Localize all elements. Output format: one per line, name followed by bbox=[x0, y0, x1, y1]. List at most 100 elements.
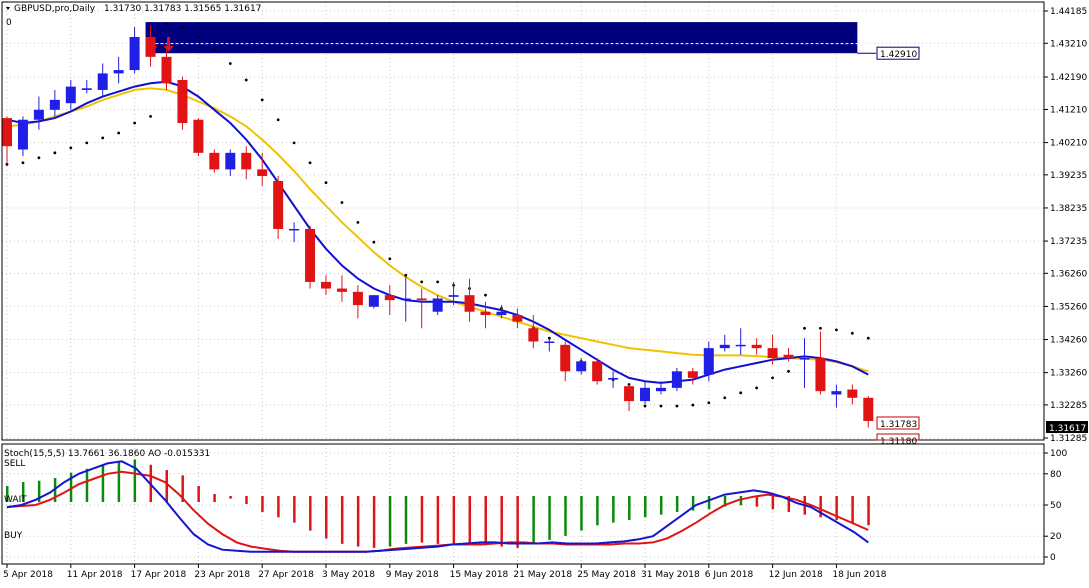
candle-body bbox=[496, 311, 507, 316]
ao-bar bbox=[325, 496, 328, 539]
ao-bar bbox=[452, 496, 456, 546]
ao-bar bbox=[580, 496, 583, 531]
chart-canvas[interactable]: GBPUSD,pro,Daily 1.31730 1.31783 1.31565… bbox=[0, 0, 1089, 585]
candle bbox=[193, 118, 204, 157]
ao-bar bbox=[707, 496, 711, 510]
ao-bar bbox=[548, 496, 551, 540]
sar-dot bbox=[324, 181, 328, 185]
sar-dot bbox=[356, 220, 360, 224]
candle-body bbox=[719, 344, 730, 349]
ao-bar bbox=[372, 496, 376, 548]
sar-dot bbox=[101, 136, 105, 140]
candle-body bbox=[113, 70, 124, 74]
ao-bar bbox=[612, 496, 615, 523]
candle-body bbox=[703, 348, 714, 375]
sar-dot bbox=[181, 25, 184, 29]
ao-bar bbox=[596, 496, 599, 526]
ao-bar bbox=[468, 496, 472, 546]
oscillator-tick-label: 20 bbox=[1050, 532, 1062, 542]
ao-bar bbox=[771, 496, 775, 510]
candle bbox=[368, 295, 379, 309]
svg-text:1.31617: 1.31617 bbox=[1049, 424, 1086, 434]
ao-bar bbox=[340, 496, 344, 544]
bid-price-label: 1.31180 bbox=[876, 433, 920, 447]
sar-dot bbox=[308, 161, 312, 165]
candle-body bbox=[241, 152, 252, 170]
candle-body bbox=[783, 354, 794, 359]
candle-body bbox=[624, 386, 635, 402]
ao-bar bbox=[484, 496, 487, 546]
ao-bar bbox=[564, 496, 567, 536]
sar-dot bbox=[53, 151, 57, 155]
candle-body bbox=[831, 391, 842, 395]
ao-bar bbox=[229, 496, 232, 499]
oscillator-tick-label: 50 bbox=[1050, 501, 1062, 511]
resistance-price-label: 1.42910 bbox=[876, 46, 920, 60]
candle-body bbox=[97, 73, 108, 90]
price-tick-label: 1.34260 bbox=[1050, 336, 1087, 346]
time-tick-label: 21 May 2018 bbox=[513, 570, 572, 580]
resistance-zone-layer bbox=[145, 22, 876, 54]
time-tick-label: 25 May 2018 bbox=[577, 570, 636, 580]
time-tick-label: 6 Jun 2018 bbox=[705, 570, 754, 580]
price-tick-label: 1.35260 bbox=[1050, 302, 1087, 312]
candle-body bbox=[209, 152, 220, 170]
current-price-label: 1.31617 bbox=[1046, 421, 1088, 434]
candle-body bbox=[33, 109, 44, 120]
price-tick-label: 1.31285 bbox=[1050, 434, 1087, 444]
sar-dot bbox=[755, 386, 759, 390]
sell-zone-label: SELL bbox=[4, 459, 25, 469]
ao-bar bbox=[356, 496, 360, 547]
sar-dot bbox=[21, 161, 25, 165]
candle-body bbox=[368, 295, 379, 307]
price-tick-label: 1.42190 bbox=[1050, 73, 1087, 83]
chart-window[interactable]: GBPUSD,pro,Daily 1.31730 1.31783 1.31565… bbox=[0, 0, 1089, 585]
sar-dot bbox=[850, 331, 854, 335]
candle-body bbox=[799, 358, 810, 360]
ao-bar bbox=[532, 496, 535, 544]
sar-dot bbox=[675, 404, 679, 408]
price-tick-label: 1.40210 bbox=[1050, 139, 1087, 149]
svg-text:1.31180: 1.31180 bbox=[880, 437, 917, 447]
price-tick-label: 1.39235 bbox=[1050, 171, 1087, 181]
sar-dot bbox=[197, 35, 200, 39]
candle-body bbox=[560, 344, 571, 372]
time-tick-label: 23 Apr 2018 bbox=[194, 570, 250, 580]
candle-body bbox=[512, 315, 523, 322]
price-tick-label: 1.36260 bbox=[1050, 269, 1087, 279]
candle-body bbox=[257, 169, 268, 177]
wait-zone-label: WAIT bbox=[4, 495, 27, 505]
oscillator-tick-label: 100 bbox=[1050, 449, 1067, 459]
sar-dot bbox=[37, 156, 41, 160]
time-tick-label: 18 Jun 2018 bbox=[832, 570, 886, 580]
candle-body bbox=[336, 288, 347, 292]
sar-dot bbox=[85, 141, 89, 145]
candle-body bbox=[448, 295, 459, 297]
ohlc-readout: 1.31730 1.31783 1.31565 1.31617 bbox=[104, 4, 261, 14]
ao-bar bbox=[755, 496, 759, 507]
candle bbox=[671, 367, 682, 392]
candle-body bbox=[640, 387, 650, 402]
time-tick-label: 3 May 2018 bbox=[322, 570, 375, 580]
candle-body bbox=[65, 86, 76, 104]
candle-body bbox=[225, 152, 236, 170]
ao-bar bbox=[85, 468, 89, 502]
time-tick-label: 9 May 2018 bbox=[386, 570, 439, 580]
ao-bar bbox=[644, 496, 647, 518]
time-tick-label: 15 May 2018 bbox=[450, 570, 509, 580]
candle-body bbox=[273, 180, 284, 229]
sar-dot bbox=[866, 336, 870, 340]
ao-bar bbox=[245, 496, 248, 504]
sar-dot bbox=[292, 141, 296, 145]
candle-body bbox=[321, 281, 331, 289]
ao-bar bbox=[659, 496, 663, 515]
ao-bar bbox=[117, 462, 121, 502]
oscillator-tick-label: 80 bbox=[1050, 470, 1062, 480]
time-tick-label: 27 Apr 2018 bbox=[258, 570, 314, 580]
sar-dot bbox=[803, 326, 806, 330]
candle-body bbox=[544, 341, 555, 344]
sar-dot bbox=[5, 163, 9, 166]
resistance-zone bbox=[145, 22, 858, 54]
candle-body bbox=[751, 344, 762, 349]
candle-body bbox=[161, 56, 172, 84]
